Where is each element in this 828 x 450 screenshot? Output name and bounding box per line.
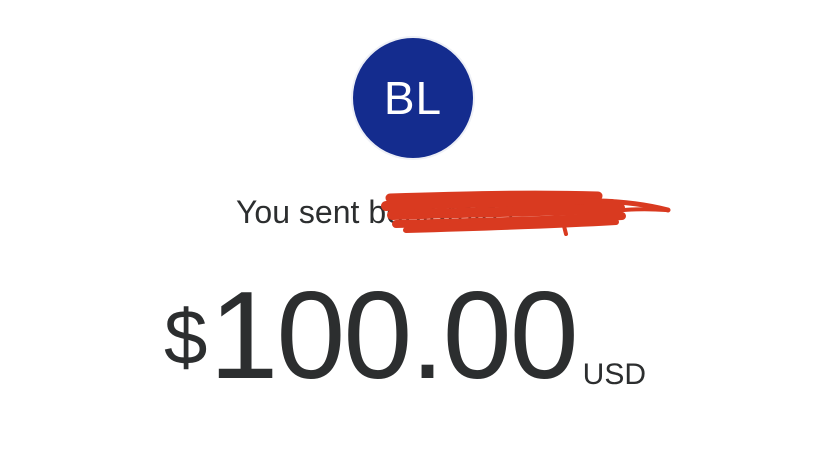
amount-value: 100.00: [209, 267, 578, 405]
currency-symbol: $: [164, 293, 208, 381]
redaction-scribble: [381, 190, 671, 236]
currency-code: USD: [582, 358, 646, 391]
sent-prefix-text: You sent: [236, 194, 360, 230]
avatar-initials: BL: [383, 72, 443, 124]
amount-display: $ 100.00 USD: [164, 274, 646, 398]
recipient-avatar: BL: [353, 38, 473, 158]
